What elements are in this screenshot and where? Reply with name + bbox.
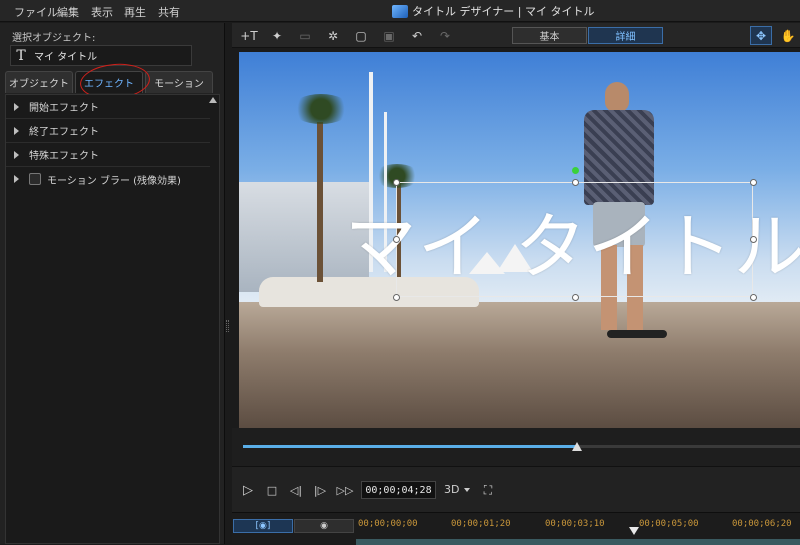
playback-controls: ▷ □ ◁| |▷ ▷▷ 00;00;04;28 3D ⛶ bbox=[232, 466, 800, 512]
resize-handle[interactable] bbox=[393, 294, 400, 301]
fullscreen-icon[interactable]: ⛶ bbox=[480, 480, 496, 500]
insert-image-button[interactable]: ▭ bbox=[294, 26, 316, 45]
window-title-text: タイトル デザイナー | マイ タイトル bbox=[412, 5, 595, 18]
resize-handle[interactable] bbox=[572, 294, 579, 301]
effect-list: 開始エフェクト 終了エフェクト 特殊エフェクト モーション ブラー (残像効果) bbox=[5, 94, 220, 544]
preview-canvas[interactable]: マイ タイトル bbox=[239, 52, 800, 428]
menu-bar: ファイル 編集 表示 再生 共有 タイトル デザイナー | マイ タイトル bbox=[0, 0, 800, 22]
timeline-marker-button[interactable]: ◉ bbox=[294, 519, 354, 533]
menu-edit[interactable]: 編集 bbox=[57, 4, 79, 20]
previous-frame-icon[interactable]: ◁| bbox=[287, 480, 305, 500]
panel-resize-grip[interactable] bbox=[226, 320, 229, 332]
stop-icon[interactable]: □ bbox=[264, 480, 280, 500]
designer-toolbar: +T ✦ ▭ ✲ ▢ ▣ ↶ ↷ 基本 詳細 ✥ ✋ bbox=[232, 23, 800, 48]
effect-item-label: 特殊エフェクト bbox=[29, 151, 99, 162]
scrubber-progress bbox=[243, 445, 578, 448]
mask-button[interactable]: ▣ bbox=[378, 26, 400, 45]
timeline-ruler[interactable]: 00;00;00;00 00;00;01;20 00;00;03;10 00;0… bbox=[356, 513, 800, 537]
expand-arrow-icon bbox=[14, 175, 22, 183]
resize-handle[interactable] bbox=[750, 294, 757, 301]
timecode-display[interactable]: 00;00;04;28 bbox=[361, 481, 436, 499]
tab-motion[interactable]: モーション bbox=[145, 71, 213, 93]
app-logo-icon bbox=[392, 4, 408, 18]
motion-blur-checkbox[interactable] bbox=[29, 173, 41, 185]
insert-particle-button[interactable]: ✦ bbox=[266, 26, 288, 45]
palm-trunk bbox=[317, 122, 323, 282]
effect-item-label: 開始エフェクト bbox=[29, 103, 99, 114]
menu-view[interactable]: 表示 bbox=[91, 4, 113, 20]
panel-tabs: オブジェクト エフェクト モーション bbox=[5, 71, 220, 93]
mode-detail-button[interactable]: 詳細 bbox=[588, 27, 663, 44]
resize-handle[interactable] bbox=[750, 179, 757, 186]
effect-item-end[interactable]: 終了エフェクト bbox=[6, 119, 210, 143]
text-object-icon: T bbox=[16, 47, 26, 64]
play-icon[interactable]: ▷ bbox=[240, 480, 256, 500]
menu-file[interactable]: ファイル bbox=[14, 4, 58, 20]
ruler-tick-label: 00;00;05;00 bbox=[639, 519, 699, 529]
move-tool-button[interactable]: ✥ bbox=[750, 26, 772, 45]
effect-item-special[interactable]: 特殊エフェクト bbox=[6, 143, 210, 167]
effect-item-label: モーション ブラー (残像効果) bbox=[47, 175, 181, 187]
resize-handle[interactable] bbox=[750, 236, 757, 243]
expand-arrow-icon bbox=[14, 102, 22, 111]
hand-tool-button[interactable]: ✋ bbox=[777, 26, 799, 45]
resize-handle[interactable] bbox=[572, 179, 579, 186]
playback-scrubber[interactable] bbox=[232, 428, 800, 466]
insert-text-button[interactable]: +T bbox=[238, 26, 260, 45]
timeline-panel: [◉] ◉ 00;00;00;00 00;00;01;20 00;00;03;1… bbox=[232, 512, 800, 545]
effect-item-start[interactable]: 開始エフェクト bbox=[6, 95, 210, 119]
mode-basic-button[interactable]: 基本 bbox=[512, 27, 587, 44]
menu-share[interactable]: 共有 bbox=[158, 4, 180, 20]
palm-leaves bbox=[291, 94, 351, 124]
fast-forward-icon[interactable]: ▷▷ bbox=[335, 480, 355, 500]
effect-item-label: 終了エフェクト bbox=[29, 127, 99, 138]
scrubber-knob[interactable] bbox=[572, 442, 583, 451]
ruler-tick-label: 00;00;03;10 bbox=[545, 519, 605, 529]
timeline-track-button[interactable]: [◉] bbox=[233, 519, 293, 533]
rotate-handle[interactable] bbox=[572, 167, 579, 174]
expand-arrow-icon bbox=[14, 126, 22, 135]
next-frame-icon[interactable]: |▷ bbox=[311, 480, 329, 500]
expand-arrow-icon bbox=[14, 150, 22, 159]
timeline-clip-track[interactable] bbox=[356, 539, 800, 545]
ruler-tick-label: 00;00;01;20 bbox=[451, 519, 511, 529]
effects-panel: 選択オブジェクト: T マイ タイトル オブジェクト エフェクト モーション 開… bbox=[0, 23, 225, 544]
chevron-down-icon[interactable] bbox=[464, 488, 470, 492]
selected-object-field[interactable]: T マイ タイトル bbox=[10, 45, 192, 66]
ruler-tick-label: 00;00;06;20 bbox=[732, 519, 792, 529]
tab-effect[interactable]: エフェクト bbox=[75, 71, 143, 93]
tab-object[interactable]: オブジェクト bbox=[5, 71, 73, 93]
skateboard bbox=[607, 330, 667, 338]
scrubber-track[interactable] bbox=[243, 445, 800, 448]
insert-effect-button[interactable]: ✲ bbox=[322, 26, 344, 45]
menu-playback[interactable]: 再生 bbox=[124, 4, 146, 20]
resize-handle[interactable] bbox=[393, 179, 400, 186]
track-icon: [◉] bbox=[255, 521, 271, 531]
marker-icon: ◉ bbox=[320, 521, 328, 531]
background-button[interactable]: ▢ bbox=[350, 26, 372, 45]
3d-mode-toggle[interactable]: 3D bbox=[444, 483, 459, 496]
window-title: タイトル デザイナー | マイ タイトル bbox=[392, 3, 594, 19]
selected-object-value: マイ タイトル bbox=[34, 52, 98, 63]
effect-item-motion-blur[interactable]: モーション ブラー (残像効果) bbox=[6, 167, 210, 191]
timeline-playhead[interactable] bbox=[629, 527, 639, 535]
pavement-image bbox=[239, 302, 800, 428]
undo-button[interactable]: ↶ bbox=[406, 26, 428, 45]
title-text-box[interactable]: マイ タイトル bbox=[345, 167, 800, 301]
redo-button[interactable]: ↷ bbox=[434, 26, 456, 45]
resize-handle[interactable] bbox=[393, 236, 400, 243]
selected-object-label: 選択オブジェクト: bbox=[12, 33, 96, 44]
scroll-up-arrow-icon[interactable] bbox=[209, 97, 217, 103]
ruler-tick-label: 00;00;00;00 bbox=[358, 519, 418, 529]
title-text[interactable]: マイ タイトル bbox=[345, 183, 800, 298]
